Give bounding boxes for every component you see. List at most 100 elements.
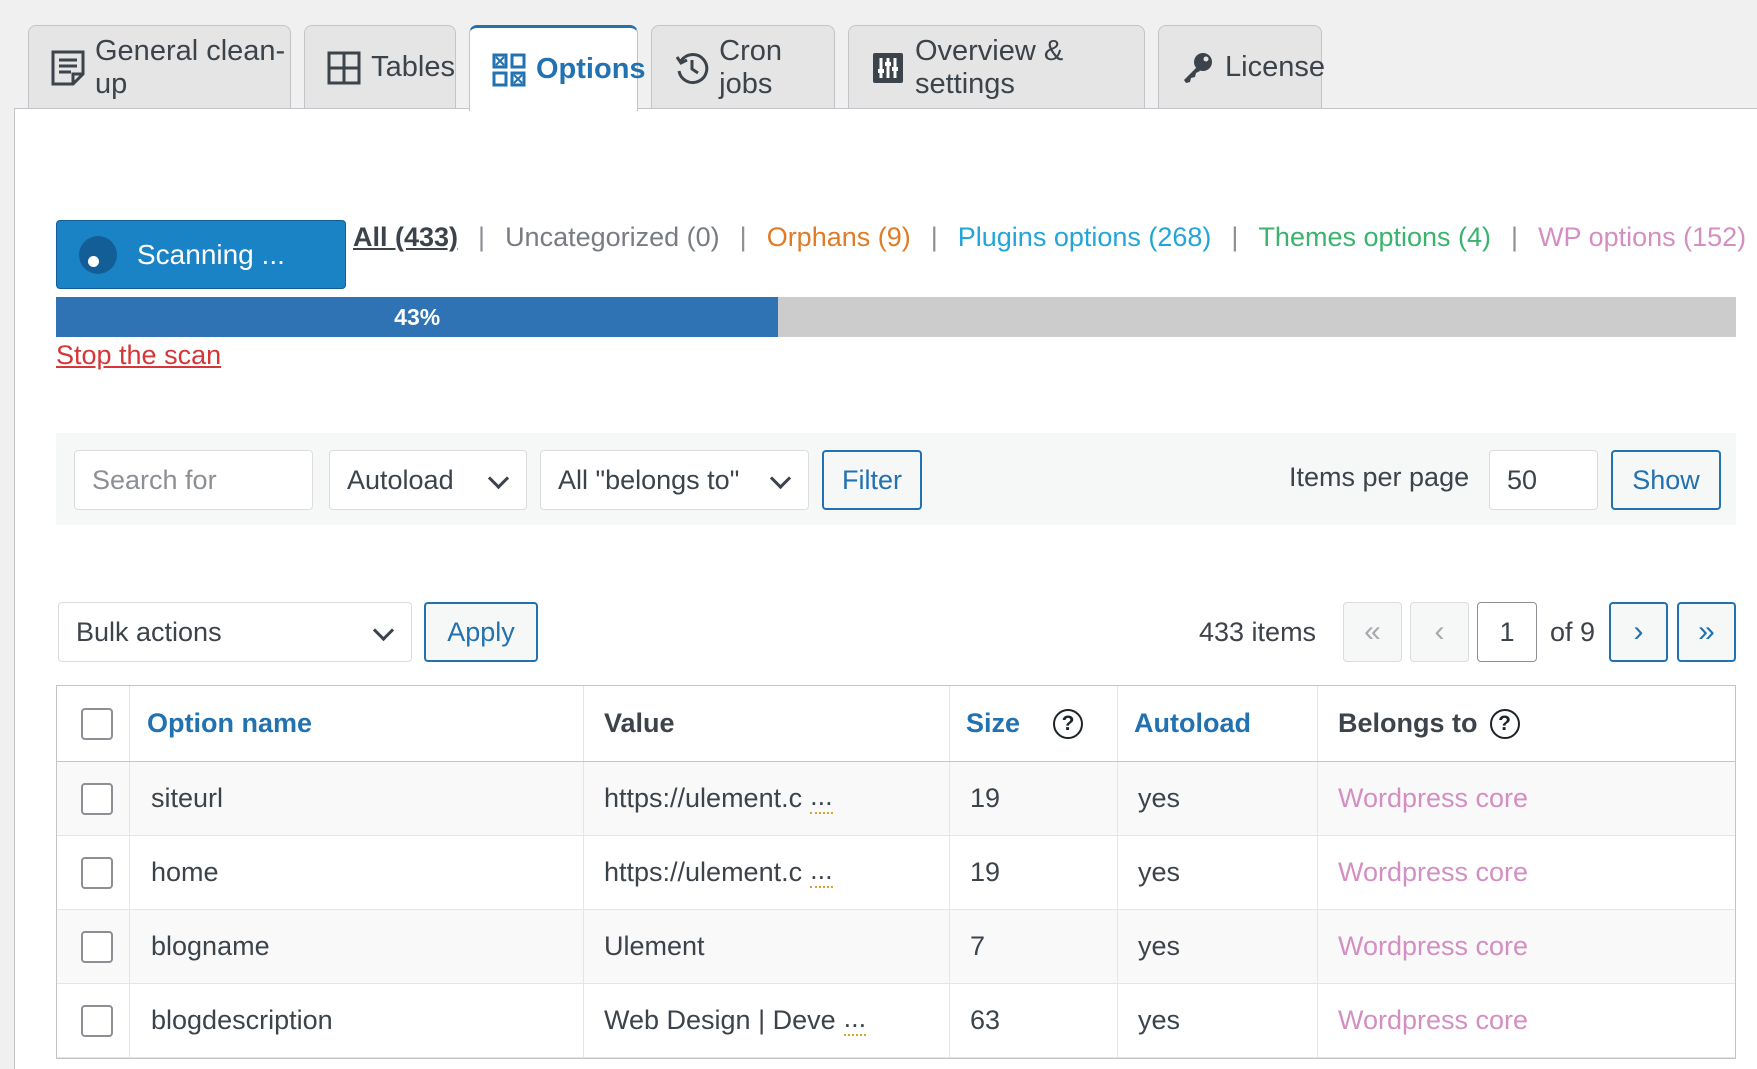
autoload-cell: yes bbox=[1138, 783, 1181, 813]
belongs-to-cell[interactable]: Wordpress core bbox=[1338, 762, 1528, 835]
tab-label: General clean-up bbox=[95, 34, 286, 100]
views-filter: All (433) | Uncategorized (0) | Orphans … bbox=[353, 222, 1746, 253]
row-checkbox[interactable] bbox=[81, 856, 113, 889]
help-icon[interactable]: ? bbox=[1053, 708, 1083, 739]
size-help-cell: ? bbox=[1053, 686, 1083, 761]
help-icon[interactable]: ? bbox=[1489, 708, 1520, 739]
separator: | bbox=[1231, 222, 1239, 252]
select-all-cell bbox=[81, 686, 113, 761]
view-orphans[interactable]: Orphans (9) bbox=[767, 222, 911, 253]
value-cell: Ulement bbox=[604, 910, 705, 983]
expand-value-link[interactable]: ... bbox=[843, 1005, 867, 1036]
view-plugins-options[interactable]: Plugins options (268) bbox=[958, 222, 1212, 253]
view-wp-options[interactable]: WP options (152) bbox=[1538, 222, 1746, 253]
row-checkbox-cell bbox=[81, 984, 113, 1057]
table-row: blogname Ulement 7 yes Wordpress core bbox=[57, 910, 1735, 984]
column-belongs-to: Belongs to ? bbox=[1338, 686, 1520, 761]
tab-options[interactable]: Options bbox=[469, 25, 646, 111]
view-themes-options[interactable]: Themes options (4) bbox=[1258, 222, 1491, 253]
table-row: home https://ulement.c... 19 yes Wordpress c… bbox=[57, 836, 1735, 910]
column-autoload[interactable]: Autoload bbox=[1134, 686, 1251, 761]
autoload-cell: yes bbox=[1138, 931, 1181, 961]
row-checkbox-cell bbox=[81, 762, 113, 835]
row-checkbox[interactable] bbox=[81, 1004, 113, 1037]
tab-cron-jobs[interactable]: Cron jobs bbox=[651, 25, 835, 109]
current-page-input[interactable]: 1 bbox=[1477, 602, 1537, 662]
size-cell: 19 bbox=[970, 783, 1001, 813]
show-button[interactable]: Show bbox=[1611, 450, 1721, 510]
autoload-select-value: Autoload bbox=[347, 464, 454, 495]
bulk-actions-select[interactable]: Bulk actions bbox=[58, 602, 412, 662]
items-per-page-label: Items per page bbox=[1289, 462, 1470, 492]
scan-button[interactable]: Scanning ... bbox=[56, 220, 346, 289]
grid-icon bbox=[327, 49, 361, 87]
bulk-actions-value: Bulk actions bbox=[76, 616, 222, 647]
value-text: https://ulement.c bbox=[604, 857, 803, 887]
option-name-cell: home bbox=[151, 857, 219, 887]
tab-general-clean-up[interactable]: General clean-up bbox=[28, 25, 291, 109]
autoload-cell: yes bbox=[1138, 857, 1181, 887]
expand-value-link[interactable]: ... bbox=[810, 857, 833, 888]
option-name-cell: blogdescription bbox=[151, 1005, 333, 1035]
progress-label: 43% bbox=[394, 304, 441, 330]
document-icon bbox=[51, 49, 85, 87]
size-cell: 63 bbox=[970, 1005, 1001, 1035]
row-checkbox[interactable] bbox=[81, 782, 113, 815]
size-cell: 7 bbox=[970, 931, 986, 961]
belongs-to-select-value: All "belongs to" bbox=[558, 464, 740, 495]
last-page-button[interactable]: » bbox=[1677, 602, 1736, 662]
spinner-icon bbox=[79, 235, 117, 274]
belongs-to-select[interactable]: All "belongs to" bbox=[540, 450, 809, 510]
tab-label: Overview & settings bbox=[914, 34, 1064, 100]
view-all[interactable]: All (433) bbox=[353, 222, 458, 253]
stop-scan-link[interactable]: Stop the scan bbox=[56, 340, 221, 371]
option-name-cell: siteurl bbox=[151, 783, 224, 813]
belongs-to-cell[interactable]: Wordpress core bbox=[1338, 836, 1528, 909]
options-icon bbox=[492, 51, 526, 89]
column-size[interactable]: Size bbox=[966, 686, 1020, 761]
prev-page-button[interactable]: ‹ bbox=[1410, 602, 1469, 662]
option-name-cell: blogname bbox=[151, 931, 270, 961]
value-cell: Web Design | Deve... bbox=[604, 984, 867, 1057]
autoload-cell: yes bbox=[1138, 1005, 1181, 1035]
row-checkbox-cell bbox=[81, 910, 113, 983]
table-header: Option name Value Size ? Autoload Belong… bbox=[57, 686, 1735, 762]
tab-license[interactable]: License bbox=[1158, 25, 1325, 109]
row-checkbox[interactable] bbox=[81, 930, 113, 963]
row-checkbox-cell bbox=[81, 836, 113, 909]
total-pages: of 9 bbox=[1550, 617, 1596, 647]
tab-tables[interactable]: Tables bbox=[304, 25, 456, 109]
separator: | bbox=[930, 222, 938, 252]
sliders-icon bbox=[871, 49, 905, 87]
size-cell: 19 bbox=[970, 857, 1001, 887]
apply-button[interactable]: Apply bbox=[424, 602, 538, 662]
belongs-to-cell[interactable]: Wordpress core bbox=[1338, 910, 1528, 983]
items-per-page-input[interactable]: 50 bbox=[1489, 450, 1598, 510]
first-page-button[interactable]: « bbox=[1343, 602, 1402, 662]
key-icon bbox=[1181, 49, 1215, 87]
options-table: Option name Value Size ? Autoload Belong… bbox=[56, 685, 1736, 1059]
select-all-checkbox[interactable] bbox=[81, 707, 113, 740]
separator: | bbox=[1511, 222, 1519, 252]
column-option-name[interactable]: Option name bbox=[147, 686, 312, 761]
expand-value-link[interactable]: ... bbox=[810, 783, 833, 814]
table-body: siteurl https://ulement.c... 19 yes Wordpres… bbox=[57, 762, 1735, 1058]
scan-progress-bar: 43% bbox=[56, 297, 1736, 337]
tab-label: Options bbox=[536, 53, 646, 85]
autoload-select[interactable]: Autoload bbox=[329, 450, 527, 510]
value-text: https://ulement.c bbox=[604, 783, 803, 813]
filter-button[interactable]: Filter bbox=[822, 450, 922, 510]
history-icon bbox=[674, 49, 709, 87]
value-text: Web Design | Deve bbox=[604, 1005, 836, 1035]
value-cell: https://ulement.c... bbox=[604, 836, 833, 909]
value-cell: https://ulement.c... bbox=[604, 762, 833, 835]
search-input[interactable]: Search for bbox=[74, 450, 313, 510]
tab-overview-settings[interactable]: Overview & settings bbox=[848, 25, 1145, 109]
next-page-button[interactable]: › bbox=[1609, 602, 1668, 662]
items-count: 433 items bbox=[1199, 617, 1317, 647]
separator: | bbox=[478, 222, 486, 252]
belongs-to-cell[interactable]: Wordpress core bbox=[1338, 984, 1528, 1057]
column-belongs-to-label: Belongs to bbox=[1338, 708, 1478, 738]
view-uncategorized[interactable]: Uncategorized (0) bbox=[505, 222, 720, 253]
table-row: blogdescription Web Design | Deve... 63 yes… bbox=[57, 984, 1735, 1058]
